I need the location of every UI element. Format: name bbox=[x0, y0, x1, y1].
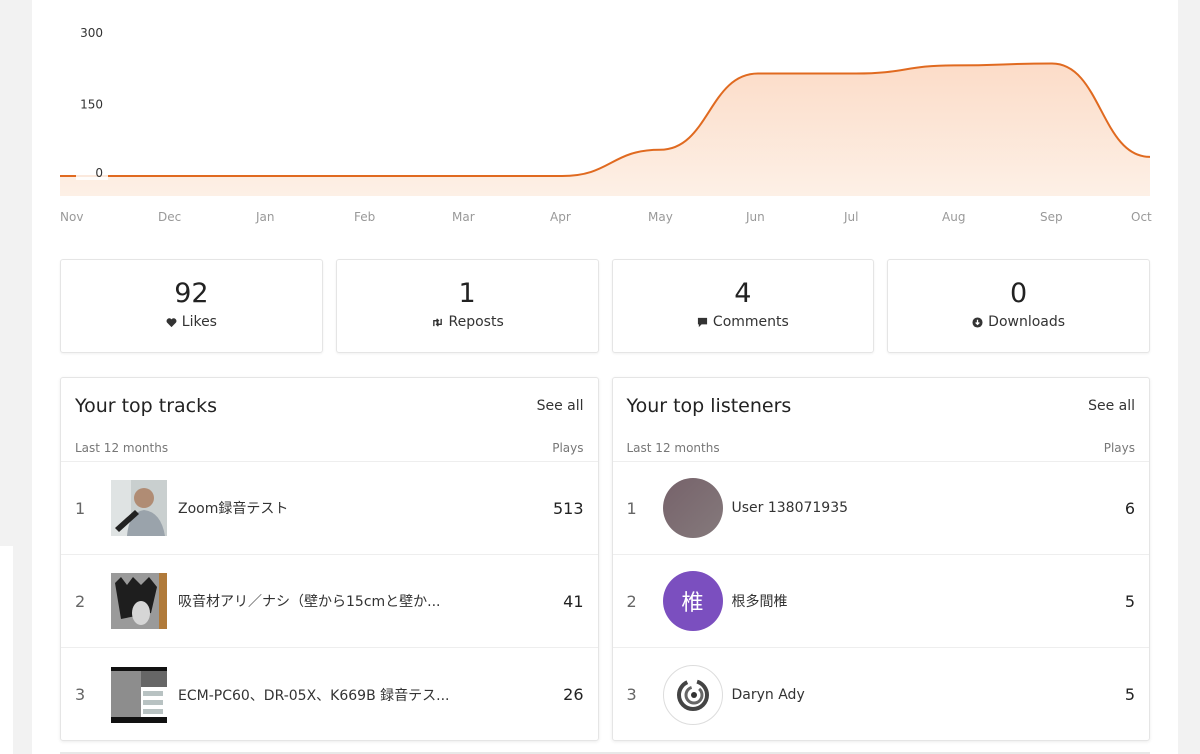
stat-downloads[interactable]: 0 Downloads bbox=[887, 259, 1150, 353]
track-title[interactable]: ECM-PC60、DR-05X、K669B 録音テス... bbox=[178, 685, 563, 705]
panel-title: Your top listeners bbox=[626, 395, 792, 417]
rank: 3 bbox=[626, 685, 637, 704]
stat-value: 0 bbox=[1010, 278, 1028, 309]
track-title[interactable]: 吸音材アリ／ナシ（壁から15cmと壁か... bbox=[178, 591, 563, 611]
stat-label: Downloads bbox=[988, 314, 1066, 330]
stat-label: Reposts bbox=[448, 314, 504, 330]
x-tick-label: Dec bbox=[158, 210, 181, 224]
data-point-feb[interactable] bbox=[360, 170, 372, 182]
x-tick-label: Mar bbox=[452, 210, 475, 224]
stat-value: 1 bbox=[458, 278, 476, 309]
data-point-jan[interactable] bbox=[262, 170, 274, 182]
sidebar-fragment bbox=[0, 546, 13, 754]
rank: 3 bbox=[75, 685, 86, 704]
rank: 2 bbox=[626, 591, 637, 611]
top-listeners-panel: Your top listeners See all Last 12 month… bbox=[611, 377, 1150, 741]
x-tick-label: Aug bbox=[942, 210, 965, 224]
play-count: 26 bbox=[563, 685, 584, 704]
see-all-tracks-link[interactable]: See all bbox=[537, 398, 584, 414]
top-tracks-panel: Your top tracks See all Last 12 months P… bbox=[60, 377, 599, 741]
stat-comments[interactable]: 4 Comments bbox=[611, 259, 875, 353]
rank: 1 bbox=[626, 498, 637, 518]
avatar[interactable]: 椎 bbox=[662, 571, 723, 631]
comment-icon bbox=[697, 317, 708, 327]
x-tick-label: Jul bbox=[843, 210, 858, 224]
track-artwork[interactable] bbox=[111, 480, 167, 536]
play-count: 513 bbox=[552, 498, 584, 518]
data-point-sep[interactable] bbox=[1046, 58, 1058, 70]
x-tick-label: Jan bbox=[255, 210, 275, 224]
listener-row[interactable]: 2 椎 根多間椎 5 bbox=[612, 555, 1149, 648]
stat-value: 4 bbox=[734, 278, 752, 309]
y-tick-label: 150 bbox=[80, 98, 103, 112]
data-point-jun[interactable] bbox=[752, 68, 764, 80]
period-label: Last 12 months bbox=[626, 440, 720, 455]
data-point-mar[interactable] bbox=[458, 170, 470, 182]
listener-row[interactable]: 3 Daryn Ady 5 bbox=[613, 648, 1150, 741]
download-icon bbox=[972, 316, 983, 328]
ytick-label-bg bbox=[76, 166, 108, 180]
play-count: 5 bbox=[1124, 685, 1135, 704]
track-artwork[interactable] bbox=[111, 666, 167, 723]
avatar[interactable] bbox=[662, 664, 723, 725]
listener-name[interactable]: User 138071935 bbox=[732, 500, 1125, 516]
x-tick-label: Apr bbox=[550, 210, 571, 224]
data-point-aug[interactable] bbox=[948, 59, 960, 71]
x-tick-label: May bbox=[648, 210, 673, 224]
track-artwork[interactable] bbox=[111, 573, 167, 629]
track-row[interactable]: 1 Zoom録音テスト 513 bbox=[61, 462, 598, 555]
stat-reposts[interactable]: 1 Reposts bbox=[335, 259, 599, 353]
y-tick-label: 0 bbox=[95, 166, 103, 180]
insights-panel: 0 150 300 Nov Dec Jan Feb Mar Apr May Jun Jul Aug Se… bbox=[32, 0, 1178, 754]
play-count: 41 bbox=[563, 591, 584, 611]
listener-name[interactable]: 根多間椎 bbox=[732, 591, 1125, 611]
rank: 2 bbox=[75, 591, 86, 611]
spiral-logo-icon bbox=[676, 678, 709, 711]
plays-column-header: Plays bbox=[1103, 440, 1135, 455]
data-point-oct[interactable] bbox=[1144, 151, 1156, 163]
stat-likes[interactable]: 92 Likes bbox=[60, 259, 323, 353]
data-point-may[interactable] bbox=[654, 144, 666, 156]
data-point-dec[interactable] bbox=[164, 170, 176, 182]
avatar-initial: 椎 bbox=[681, 591, 704, 616]
x-tick-label: Nov bbox=[60, 210, 83, 224]
listener-name[interactable]: Daryn Ady bbox=[732, 687, 1125, 703]
stat-label: Comments bbox=[712, 314, 789, 330]
period-label: Last 12 months bbox=[75, 440, 169, 455]
x-tick-label: Sep bbox=[1040, 210, 1063, 224]
stat-value: 92 bbox=[174, 278, 209, 309]
heart-icon bbox=[166, 317, 177, 327]
repost-icon bbox=[432, 317, 442, 327]
track-row[interactable]: 2 吸音材アリ／ナシ（壁から15cmと壁か... 41 bbox=[61, 555, 598, 648]
panel-title: Your top tracks bbox=[75, 395, 218, 417]
listener-row[interactable]: 1 User 138071935 6 bbox=[612, 462, 1149, 555]
x-tick-label: Oct bbox=[1131, 210, 1152, 224]
x-tick-label: Feb bbox=[354, 210, 375, 224]
plays-column-header: Plays bbox=[552, 440, 584, 455]
see-all-listeners-link[interactable]: See all bbox=[1088, 398, 1135, 414]
avatar[interactable] bbox=[662, 478, 723, 538]
data-point-jul[interactable] bbox=[850, 68, 862, 80]
stats-row: 92 Likes 1 Reposts 4 Comments 0 Download… bbox=[60, 259, 1150, 353]
play-count: 6 bbox=[1124, 498, 1135, 518]
data-point-apr[interactable] bbox=[556, 170, 568, 182]
rank: 1 bbox=[75, 498, 86, 518]
stat-label: Likes bbox=[181, 314, 217, 330]
track-title[interactable]: Zoom録音テスト bbox=[178, 498, 553, 518]
chart-svg: 0 150 300 Nov Dec Jan Feb Mar Apr May Jun Jul Aug Se… bbox=[60, 26, 1156, 224]
play-count: 5 bbox=[1124, 591, 1135, 611]
plays-chart: 0 150 300 Nov Dec Jan Feb Mar Apr May Jun Jul Aug Se… bbox=[32, 0, 1178, 240]
x-tick-label: Jun bbox=[745, 210, 765, 224]
y-tick-label: 300 bbox=[80, 26, 103, 40]
track-row[interactable]: 3 ECM-PC60、DR-05X、K669B 録音テス... 26 bbox=[61, 648, 598, 741]
